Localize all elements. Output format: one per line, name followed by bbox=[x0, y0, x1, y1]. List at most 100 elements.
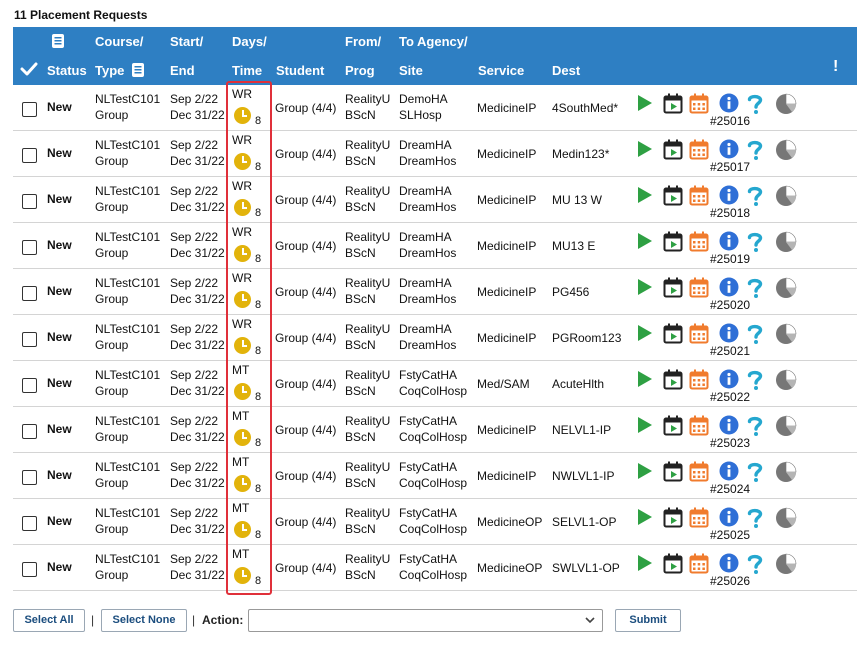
help-icon[interactable] bbox=[746, 415, 764, 436]
student-value[interactable]: Group (4/4) bbox=[275, 147, 336, 161]
pie-chart-icon[interactable] bbox=[775, 185, 797, 206]
info-icon[interactable] bbox=[719, 553, 739, 573]
pie-chart-icon[interactable] bbox=[775, 461, 797, 482]
student-value[interactable]: Group (4/4) bbox=[275, 423, 336, 437]
student-value[interactable]: Group (4/4) bbox=[275, 331, 336, 345]
pie-chart-icon[interactable] bbox=[775, 507, 797, 528]
calendar-icon[interactable] bbox=[689, 139, 709, 160]
select-all-button[interactable]: Select All bbox=[13, 609, 85, 632]
status-header[interactable]: Status bbox=[47, 63, 87, 79]
play-icon[interactable] bbox=[636, 93, 654, 113]
student-value[interactable]: Group (4/4) bbox=[275, 377, 336, 391]
help-icon[interactable] bbox=[746, 277, 764, 298]
clock-icon[interactable] bbox=[234, 337, 251, 354]
row-checkbox[interactable] bbox=[22, 240, 37, 255]
clock-icon[interactable] bbox=[234, 245, 251, 262]
student-value[interactable]: Group (4/4) bbox=[275, 561, 336, 575]
pie-chart-icon[interactable] bbox=[775, 139, 797, 160]
pie-chart-icon[interactable] bbox=[775, 553, 797, 574]
type-header[interactable]: Type bbox=[95, 63, 124, 79]
play-icon[interactable] bbox=[636, 231, 654, 251]
end-header[interactable]: End bbox=[170, 63, 195, 79]
clock-icon[interactable] bbox=[234, 429, 251, 446]
row-checkbox[interactable] bbox=[22, 194, 37, 209]
start-header[interactable]: Start/ bbox=[170, 34, 203, 50]
info-icon[interactable] bbox=[719, 461, 739, 481]
row-checkbox[interactable] bbox=[22, 424, 37, 439]
clock-icon[interactable] bbox=[234, 107, 251, 124]
info-icon[interactable] bbox=[719, 323, 739, 343]
clock-icon[interactable] bbox=[234, 383, 251, 400]
student-value[interactable]: Group (4/4) bbox=[275, 239, 336, 253]
help-icon[interactable] bbox=[746, 461, 764, 482]
schedule-icon[interactable] bbox=[663, 369, 683, 390]
row-checkbox[interactable] bbox=[22, 102, 37, 117]
calendar-icon[interactable] bbox=[689, 507, 709, 528]
dest-header[interactable]: Dest bbox=[552, 63, 580, 79]
help-icon[interactable] bbox=[746, 369, 764, 390]
help-icon[interactable] bbox=[746, 507, 764, 528]
schedule-icon[interactable] bbox=[663, 461, 683, 482]
select-none-button[interactable]: Select None bbox=[101, 609, 187, 632]
calendar-icon[interactable] bbox=[689, 231, 709, 252]
schedule-icon[interactable] bbox=[663, 139, 683, 160]
clock-icon[interactable] bbox=[234, 475, 251, 492]
calendar-icon[interactable] bbox=[689, 415, 709, 436]
calendar-icon[interactable] bbox=[689, 369, 709, 390]
info-icon[interactable] bbox=[719, 369, 739, 389]
help-icon[interactable] bbox=[746, 185, 764, 206]
row-checkbox[interactable] bbox=[22, 332, 37, 347]
info-icon[interactable] bbox=[719, 93, 739, 113]
play-icon[interactable] bbox=[636, 461, 654, 481]
play-icon[interactable] bbox=[636, 139, 654, 159]
pie-chart-icon[interactable] bbox=[775, 323, 797, 344]
select-all-check-icon[interactable] bbox=[20, 61, 38, 81]
info-icon[interactable] bbox=[719, 415, 739, 435]
row-checkbox[interactable] bbox=[22, 148, 37, 163]
row-checkbox[interactable] bbox=[22, 470, 37, 485]
info-icon[interactable] bbox=[719, 139, 739, 159]
clock-icon[interactable] bbox=[234, 199, 251, 216]
calendar-icon[interactable] bbox=[689, 461, 709, 482]
schedule-icon[interactable] bbox=[663, 507, 683, 528]
help-icon[interactable] bbox=[746, 231, 764, 252]
info-icon[interactable] bbox=[719, 277, 739, 297]
student-value[interactable]: Group (4/4) bbox=[275, 193, 336, 207]
days-header[interactable]: Days/ bbox=[232, 34, 267, 50]
student-value[interactable]: Group (4/4) bbox=[275, 515, 336, 529]
row-checkbox[interactable] bbox=[22, 378, 37, 393]
play-icon[interactable] bbox=[636, 369, 654, 389]
info-icon[interactable] bbox=[719, 231, 739, 251]
schedule-icon[interactable] bbox=[663, 277, 683, 298]
pie-chart-icon[interactable] bbox=[775, 369, 797, 390]
student-header[interactable]: Student bbox=[276, 63, 324, 79]
service-header[interactable]: Service bbox=[478, 63, 524, 79]
schedule-icon[interactable] bbox=[663, 415, 683, 436]
student-value[interactable]: Group (4/4) bbox=[275, 469, 336, 483]
clock-icon[interactable] bbox=[234, 291, 251, 308]
calendar-icon[interactable] bbox=[689, 553, 709, 574]
play-icon[interactable] bbox=[636, 507, 654, 527]
time-header[interactable]: Time bbox=[232, 63, 262, 79]
clock-icon[interactable] bbox=[234, 567, 251, 584]
action-select[interactable] bbox=[248, 609, 603, 632]
prog-header[interactable]: Prog bbox=[345, 63, 375, 79]
calendar-icon[interactable] bbox=[689, 185, 709, 206]
schedule-icon[interactable] bbox=[663, 93, 683, 114]
help-icon[interactable] bbox=[746, 323, 764, 344]
play-icon[interactable] bbox=[636, 415, 654, 435]
pie-chart-icon[interactable] bbox=[775, 277, 797, 298]
row-checkbox[interactable] bbox=[22, 562, 37, 577]
from-header[interactable]: From/ bbox=[345, 34, 381, 50]
info-icon[interactable] bbox=[719, 185, 739, 205]
schedule-icon[interactable] bbox=[663, 553, 683, 574]
schedule-icon[interactable] bbox=[663, 323, 683, 344]
student-value[interactable]: Group (4/4) bbox=[275, 101, 336, 115]
clock-icon[interactable] bbox=[234, 521, 251, 538]
to-agency-header[interactable]: To Agency/ bbox=[399, 34, 468, 50]
help-icon[interactable] bbox=[746, 139, 764, 160]
help-icon[interactable] bbox=[746, 553, 764, 574]
play-icon[interactable] bbox=[636, 185, 654, 205]
pie-chart-icon[interactable] bbox=[775, 415, 797, 436]
play-icon[interactable] bbox=[636, 323, 654, 343]
